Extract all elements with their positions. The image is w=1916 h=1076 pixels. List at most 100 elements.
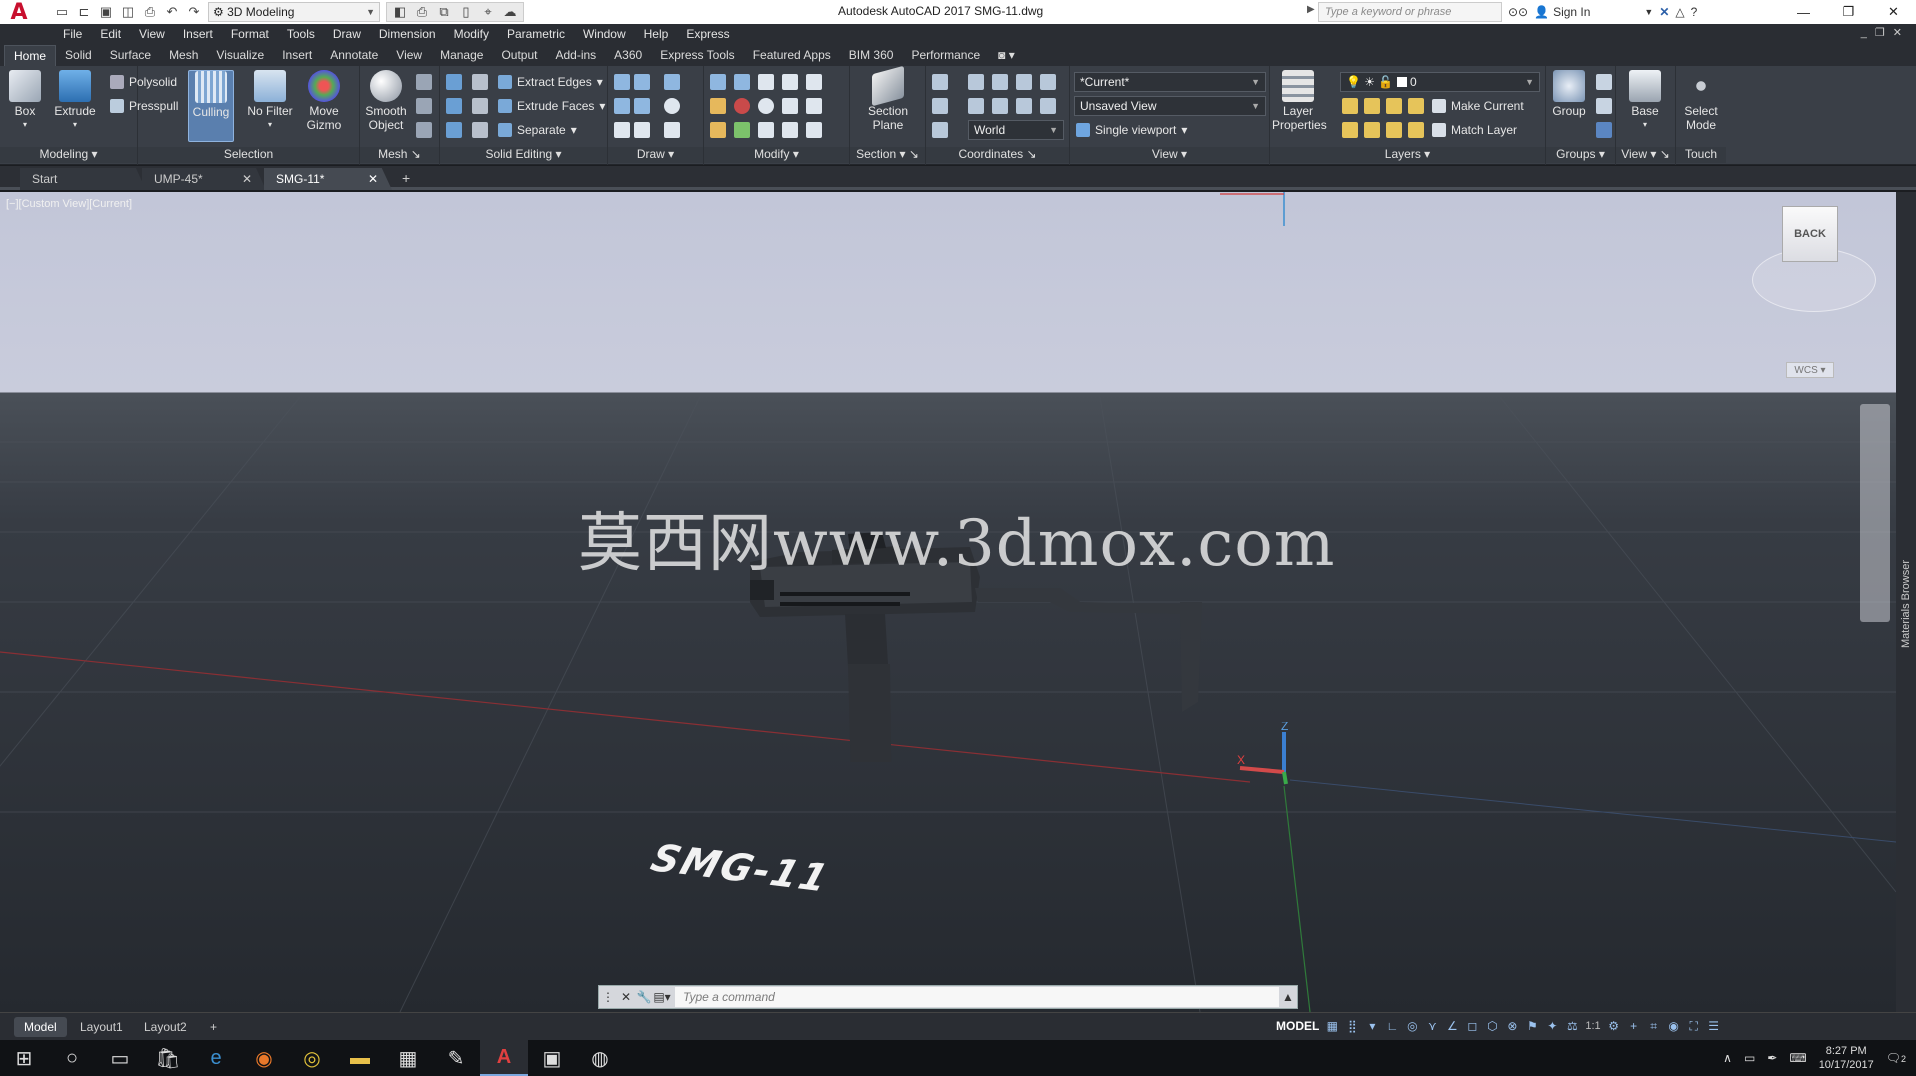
tab-bim-360[interactable]: BIM 360	[840, 45, 903, 66]
undo-icon[interactable]: ↶	[162, 3, 182, 21]
a360-icon[interactable]: △	[1675, 5, 1684, 19]
window-icon[interactable]: ▣	[528, 1040, 576, 1076]
menu-file[interactable]: File	[54, 27, 91, 41]
visual-style-dropdown[interactable]: *Current* ▼	[1074, 72, 1266, 92]
save-as-icon[interactable]: ◫	[118, 3, 138, 21]
box-button[interactable]: Box ▾	[2, 70, 48, 132]
tab-insert[interactable]: Insert	[273, 45, 321, 66]
stretch-icon[interactable]	[782, 122, 798, 138]
annotation-scale-icon[interactable]: ⚖	[1565, 1019, 1579, 1033]
layer-thaw-icon[interactable]	[1386, 122, 1402, 138]
smooth-object-button[interactable]: Smooth Object	[360, 70, 412, 132]
layer-freeze-icon[interactable]	[1386, 98, 1402, 114]
panel-label[interactable]: Modify ▾	[704, 147, 849, 163]
close-icon[interactable]: ✕	[617, 990, 635, 1004]
circle-icon[interactable]	[664, 98, 680, 114]
line-icon[interactable]	[634, 98, 650, 114]
grip-icon[interactable]: ⋮	[599, 990, 617, 1004]
union-icon[interactable]	[446, 74, 462, 90]
layer-off-icon[interactable]	[1342, 98, 1358, 114]
slice-icon[interactable]	[472, 98, 488, 114]
cloud-icon[interactable]: ☁	[500, 3, 520, 21]
file-explorer-icon[interactable]: ▬	[336, 1040, 384, 1076]
help-icon[interactable]: ?	[1691, 5, 1698, 19]
drawing-viewport[interactable]: 莫西网www.3dmox.com SMG-11 X Z [−][Custom V…	[0, 192, 1896, 1012]
move-gizmo-button[interactable]: Move Gizmo	[298, 70, 350, 132]
no-filter-button[interactable]: No Filter ▾	[240, 70, 300, 132]
search-icon[interactable]: ○	[48, 1040, 96, 1076]
notepad-icon[interactable]: ✎	[432, 1040, 480, 1076]
model-space-toggle[interactable]: MODEL	[1276, 1019, 1319, 1033]
menu-format[interactable]: Format	[222, 27, 278, 41]
tab-performance[interactable]: Performance	[902, 45, 989, 66]
interfere-icon[interactable]	[472, 74, 488, 90]
panel-label[interactable]: Selection	[138, 147, 359, 163]
chevron-up-icon[interactable]: ∧	[1723, 1051, 1732, 1065]
select-mode-button[interactable]: Select Mode	[1678, 70, 1724, 132]
clock[interactable]: 8:27 PM 10/17/2017	[1819, 1044, 1874, 1072]
tab-express-tools[interactable]: Express Tools	[651, 45, 743, 66]
binoculars-icon[interactable]: ⊙⊙	[1508, 5, 1528, 19]
mesh-refine-icon[interactable]	[416, 122, 432, 138]
edge-icon[interactable]: e	[192, 1040, 240, 1076]
menu-modify[interactable]: Modify	[445, 27, 498, 41]
tab-surface[interactable]: Surface	[101, 45, 160, 66]
culling-button[interactable]: Culling	[188, 70, 234, 142]
page-icon[interactable]: ▯	[456, 3, 476, 21]
menu-draw[interactable]: Draw	[324, 27, 370, 41]
trim-icon[interactable]	[710, 74, 726, 90]
ellipse-icon[interactable]	[664, 122, 680, 138]
save-icon[interactable]: ▣	[96, 3, 116, 21]
tab-output[interactable]: Output	[492, 45, 546, 66]
copy-icon[interactable]: ⧉	[434, 3, 454, 21]
wrench-icon[interactable]: 🔧	[635, 990, 653, 1004]
mesh-smooth-more-icon[interactable]	[416, 74, 432, 90]
add-layout-icon[interactable]: +	[200, 1017, 227, 1037]
panel-label[interactable]: Solid Editing ▾	[440, 147, 607, 163]
3d-move-icon[interactable]	[782, 74, 798, 90]
panel-label[interactable]: View ▾ ↘	[1616, 147, 1675, 163]
panel-label[interactable]: Mesh ↘	[360, 147, 439, 163]
materials-browser-tab[interactable]: Materials Browser	[1900, 560, 1912, 648]
doc-window-controls[interactable]: _❐✕	[1861, 26, 1910, 39]
ucs-icon[interactable]	[932, 74, 948, 90]
chrome-icon[interactable]: ◎	[288, 1040, 336, 1076]
mesh-smooth-less-icon[interactable]	[416, 98, 432, 114]
rotate-icon[interactable]	[758, 98, 774, 114]
panel-label[interactable]: Touch	[1676, 147, 1726, 163]
ucs-object-icon[interactable]	[1016, 98, 1032, 114]
chamfer-icon[interactable]	[710, 122, 726, 138]
tab-home[interactable]: Home	[4, 45, 57, 66]
panel-label[interactable]: Draw ▾	[608, 147, 703, 163]
copy-object-icon[interactable]	[806, 122, 822, 138]
dynamic-ucs-icon[interactable]: ⊗	[1505, 1019, 1519, 1033]
units-icon[interactable]: ⌗	[1647, 1019, 1661, 1033]
scale-icon[interactable]	[758, 122, 774, 138]
menu-tools[interactable]: Tools	[278, 27, 324, 41]
polygon-icon[interactable]	[614, 122, 630, 138]
menu-parametric[interactable]: Parametric	[498, 27, 574, 41]
tab-visualize[interactable]: Visualize	[207, 45, 273, 66]
intersect-icon[interactable]	[446, 122, 462, 138]
ucs-x-icon[interactable]	[992, 74, 1008, 90]
base-view-button[interactable]: Base ▾	[1622, 70, 1668, 132]
annotation-visibility-icon[interactable]: ⚑	[1525, 1019, 1539, 1033]
3d-scale-icon[interactable]	[734, 122, 750, 138]
3d-osnap-icon[interactable]: ⬡	[1485, 1019, 1499, 1033]
polyline-icon[interactable]	[614, 74, 630, 90]
ucs-origin-icon[interactable]	[968, 98, 984, 114]
grid-icon[interactable]: ▦	[1325, 1019, 1339, 1033]
restore-icon[interactable]: ❐	[1826, 0, 1871, 24]
new-icon[interactable]: ▭	[52, 3, 72, 21]
osnap-track-icon[interactable]: ∠	[1445, 1019, 1459, 1033]
panel-label[interactable]: View ▾	[1070, 147, 1269, 163]
extract-edges-button[interactable]: Extract Edges ▾	[498, 72, 603, 92]
panel-label[interactable]: Groups ▾	[1546, 147, 1615, 163]
offset-icon[interactable]	[806, 98, 822, 114]
panel-label[interactable]: Coordinates ↘	[926, 147, 1069, 163]
3d-rotate-icon[interactable]	[734, 98, 750, 114]
arc-icon[interactable]	[664, 74, 680, 90]
settings-icon[interactable]: ⚙	[1607, 1019, 1621, 1033]
menu-dimension[interactable]: Dimension	[370, 27, 445, 41]
navigation-bar[interactable]	[1860, 404, 1890, 622]
